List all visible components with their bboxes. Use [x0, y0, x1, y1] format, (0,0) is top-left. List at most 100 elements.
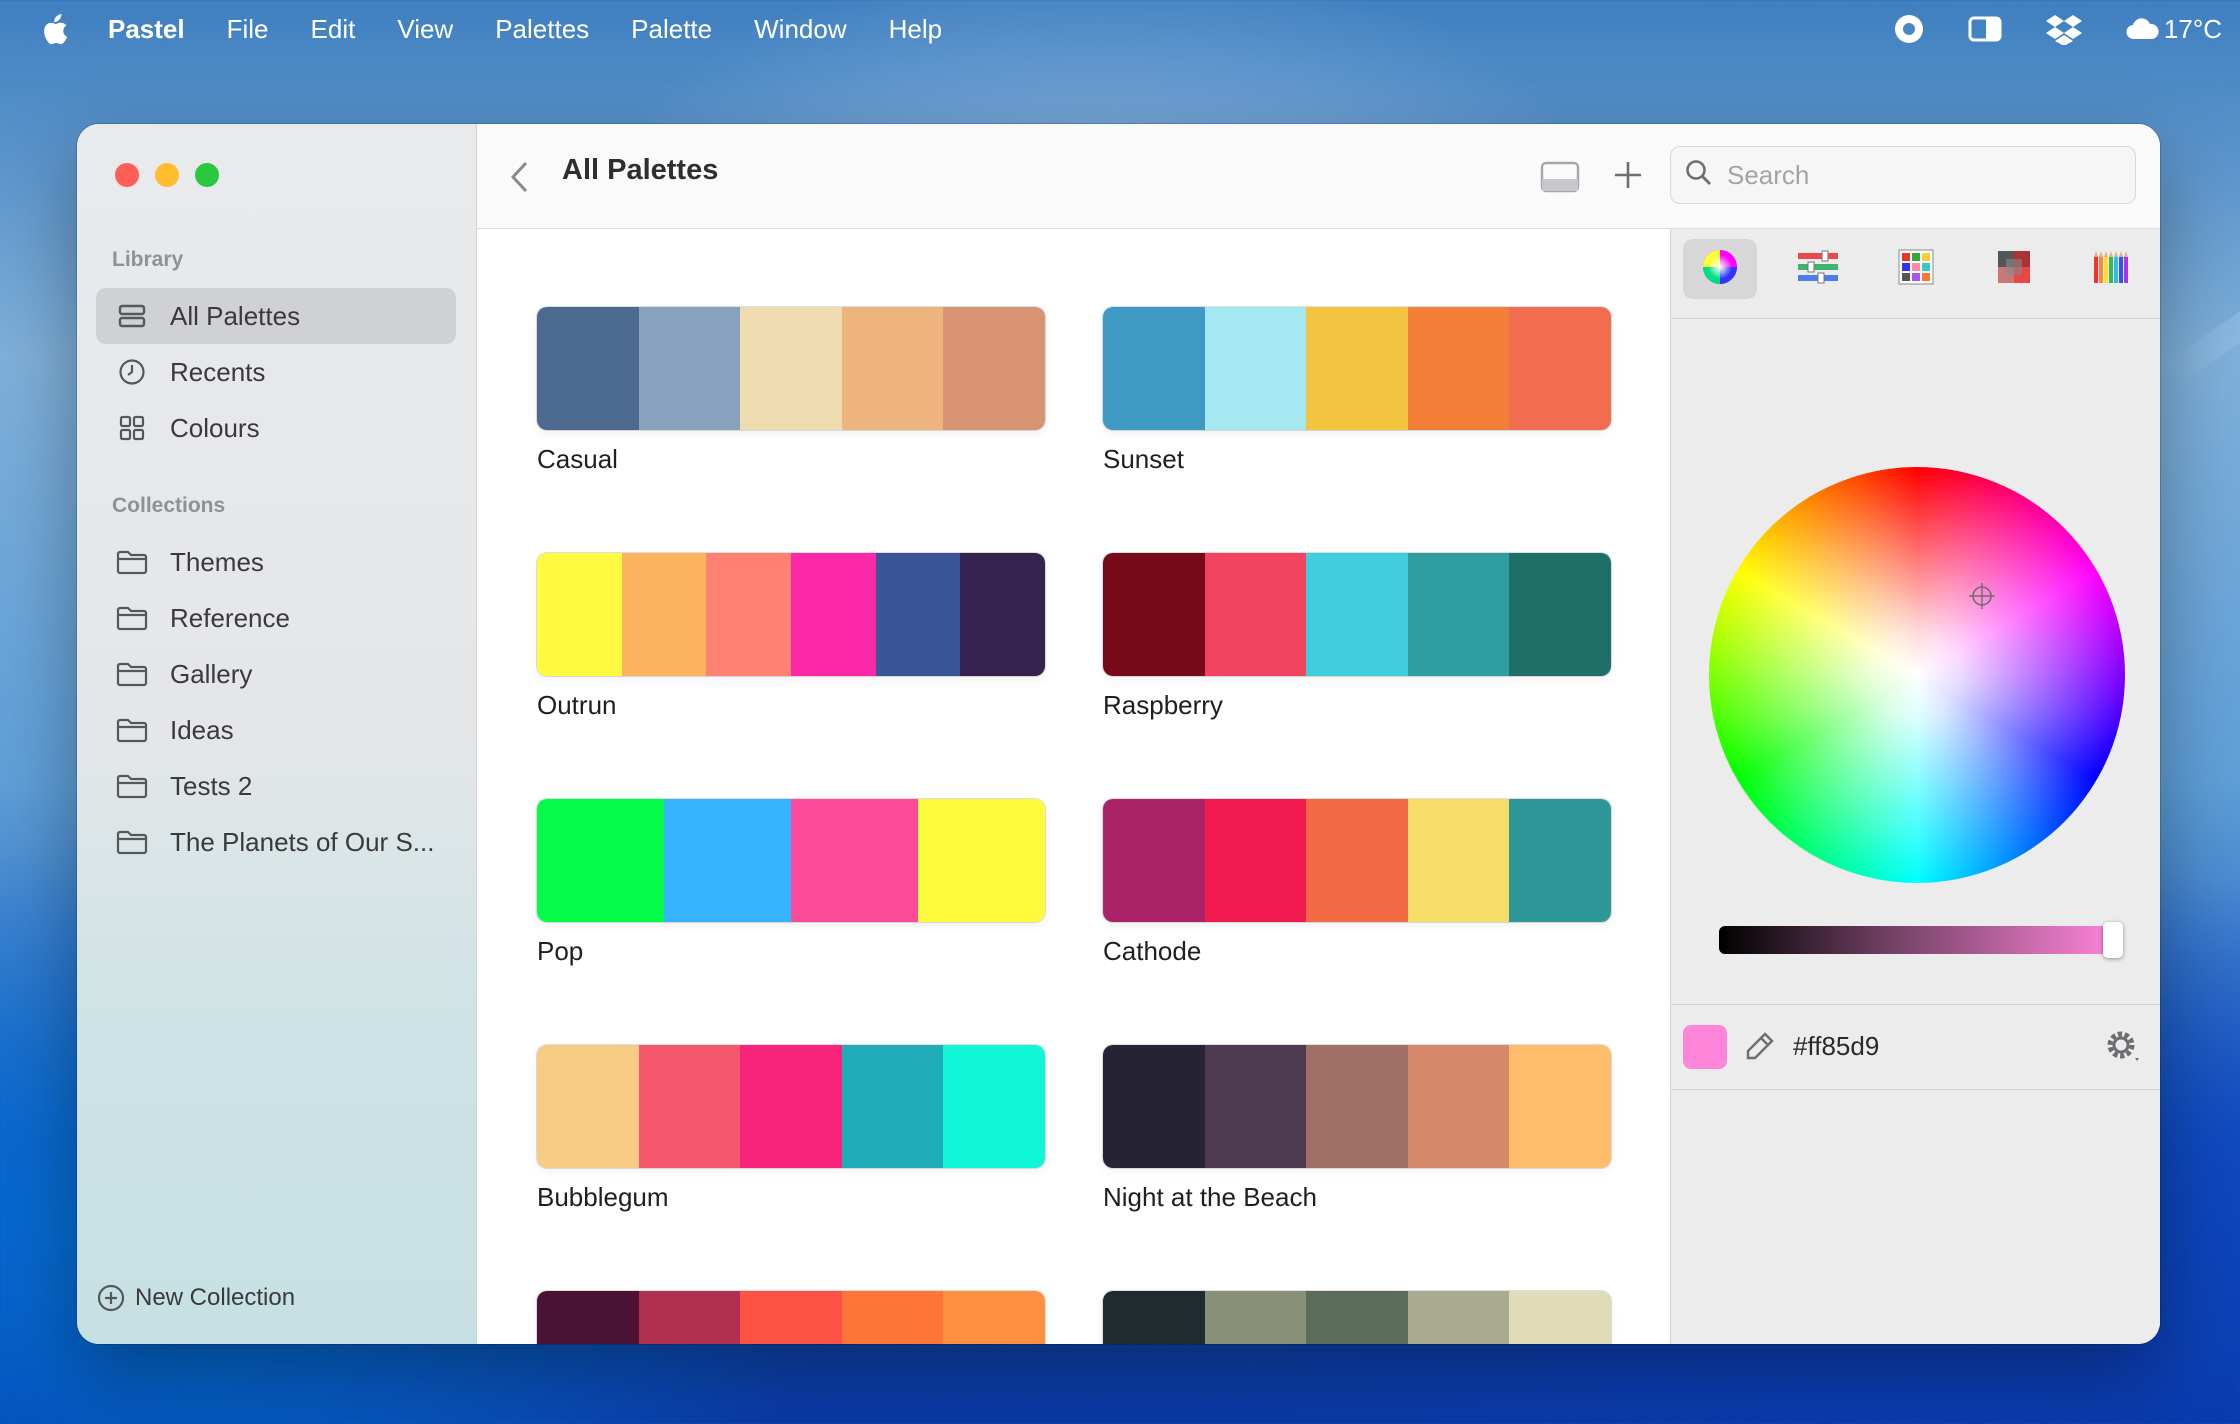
eyedropper-icon[interactable] — [1743, 1031, 1775, 1068]
color-swatch[interactable] — [537, 307, 639, 430]
sidebar-item-colours[interactable]: Colours — [96, 400, 456, 456]
tab-color-palette[interactable] — [1879, 239, 1953, 299]
palette-swatches[interactable] — [537, 1045, 1045, 1168]
sidebar-item-themes[interactable]: Themes — [96, 534, 456, 590]
color-swatch[interactable] — [1407, 799, 1510, 922]
color-swatch[interactable] — [537, 1045, 639, 1168]
color-swatch[interactable] — [943, 1045, 1045, 1168]
color-swatch[interactable] — [1509, 799, 1611, 922]
palette-card[interactable]: Pop — [537, 799, 1045, 967]
color-swatch[interactable] — [1103, 1045, 1205, 1168]
color-wheel[interactable] — [1709, 467, 2125, 883]
color-swatch[interactable] — [1204, 553, 1307, 676]
color-swatch[interactable] — [1509, 1045, 1611, 1168]
tab-color-wheel[interactable] — [1683, 239, 1757, 299]
color-swatch[interactable] — [1103, 1291, 1205, 1344]
color-swatch[interactable] — [621, 553, 707, 676]
palette-swatches[interactable] — [1103, 799, 1611, 922]
color-swatch[interactable] — [1103, 799, 1205, 922]
color-swatch[interactable] — [943, 1291, 1045, 1344]
palette-swatches[interactable] — [537, 553, 1045, 676]
menu-palettes[interactable]: Palettes — [495, 14, 589, 45]
palette-card[interactable] — [1103, 1291, 1611, 1344]
color-swatch[interactable] — [1204, 1045, 1307, 1168]
zoom-button[interactable] — [195, 163, 219, 187]
sidebar-item-tests-2[interactable]: Tests 2 — [96, 758, 456, 814]
color-swatch[interactable] — [1407, 553, 1510, 676]
color-swatch[interactable] — [841, 1291, 944, 1344]
color-swatch[interactable] — [537, 799, 664, 922]
color-swatch[interactable] — [1407, 1291, 1510, 1344]
palette-card[interactable]: Raspberry — [1103, 553, 1611, 721]
palette-swatches[interactable] — [537, 799, 1045, 922]
color-swatch[interactable] — [638, 307, 741, 430]
menu-view[interactable]: View — [397, 14, 453, 45]
color-swatch[interactable] — [943, 307, 1045, 430]
brightness-slider[interactable] — [1719, 922, 2123, 958]
palette-swatches[interactable] — [537, 307, 1045, 430]
color-swatch[interactable] — [1407, 307, 1510, 430]
menu-help[interactable]: Help — [889, 14, 942, 45]
color-swatch[interactable] — [1306, 307, 1408, 430]
menu-edit[interactable]: Edit — [311, 14, 356, 45]
inspector-toggle-icon[interactable] — [1540, 161, 1580, 198]
back-chevron-icon[interactable] — [509, 160, 531, 199]
color-swatch[interactable] — [918, 799, 1045, 922]
color-swatch[interactable] — [537, 553, 622, 676]
current-color-swatch[interactable] — [1683, 1025, 1727, 1069]
palette-card[interactable]: Bubblegum — [537, 1045, 1045, 1213]
color-swatch[interactable] — [638, 1291, 741, 1344]
color-swatch[interactable] — [841, 307, 944, 430]
color-swatch[interactable] — [791, 553, 876, 676]
sidebar-item-all-palettes[interactable]: All Palettes — [96, 288, 456, 344]
color-swatch[interactable] — [706, 553, 792, 676]
color-swatch[interactable] — [791, 799, 918, 922]
palette-card[interactable]: Casual — [537, 307, 1045, 475]
dropbox-icon[interactable] — [2045, 13, 2082, 45]
color-swatch[interactable] — [1103, 553, 1205, 676]
new-collection-button[interactable]: New Collection — [97, 1284, 295, 1312]
color-swatch[interactable] — [1306, 553, 1408, 676]
color-swatch[interactable] — [1509, 553, 1611, 676]
color-swatch[interactable] — [875, 553, 961, 676]
tab-sliders[interactable] — [1781, 239, 1855, 299]
color-swatch[interactable] — [1204, 307, 1307, 430]
minimize-button[interactable] — [155, 163, 179, 187]
color-swatch[interactable] — [1306, 1045, 1408, 1168]
sidebar-item-gallery[interactable]: Gallery — [96, 646, 456, 702]
color-swatch[interactable] — [740, 307, 842, 430]
color-wheel-crosshair-icon[interactable] — [1967, 581, 1997, 616]
add-palette-icon[interactable] — [1611, 158, 1645, 197]
palette-card[interactable]: Cathode — [1103, 799, 1611, 967]
color-swatch[interactable] — [1306, 1291, 1408, 1344]
palette-card[interactable]: Sunset — [1103, 307, 1611, 475]
tab-pencils[interactable] — [2075, 239, 2149, 299]
menu-window[interactable]: Window — [754, 14, 846, 45]
close-button[interactable] — [115, 163, 139, 187]
color-swatch[interactable] — [1306, 799, 1408, 922]
palette-swatches[interactable] — [1103, 1045, 1611, 1168]
hex-value[interactable]: #ff85d9 — [1793, 1031, 1879, 1062]
palette-swatches[interactable] — [537, 1291, 1045, 1344]
sidebar-toggle-status-icon[interactable] — [1968, 16, 2002, 42]
sidebar-item-planets[interactable]: The Planets of Our S... — [96, 814, 456, 870]
color-swatch[interactable] — [841, 1045, 944, 1168]
palette-card[interactable]: Outrun — [537, 553, 1045, 721]
menu-palette[interactable]: Palette — [631, 14, 712, 45]
palette-card[interactable]: Night at the Beach — [1103, 1045, 1611, 1213]
tab-image-palette[interactable] — [1977, 239, 2051, 299]
color-swatch[interactable] — [638, 1045, 741, 1168]
brightness-slider-knob[interactable] — [2103, 922, 2123, 958]
gear-icon[interactable] — [2106, 1030, 2142, 1069]
weather-cloud-icon[interactable]: 17°C — [2126, 14, 2222, 45]
screen-record-icon[interactable] — [1894, 14, 1924, 44]
color-swatch[interactable] — [960, 553, 1045, 676]
color-swatch[interactable] — [1509, 307, 1611, 430]
sidebar-item-recents[interactable]: Recents — [96, 344, 456, 400]
menu-app-name[interactable]: Pastel — [108, 14, 185, 45]
color-swatch[interactable] — [1204, 1291, 1307, 1344]
color-swatch[interactable] — [1407, 1045, 1510, 1168]
menu-file[interactable]: File — [227, 14, 269, 45]
apple-icon[interactable] — [40, 14, 68, 45]
palette-swatches[interactable] — [1103, 1291, 1611, 1344]
